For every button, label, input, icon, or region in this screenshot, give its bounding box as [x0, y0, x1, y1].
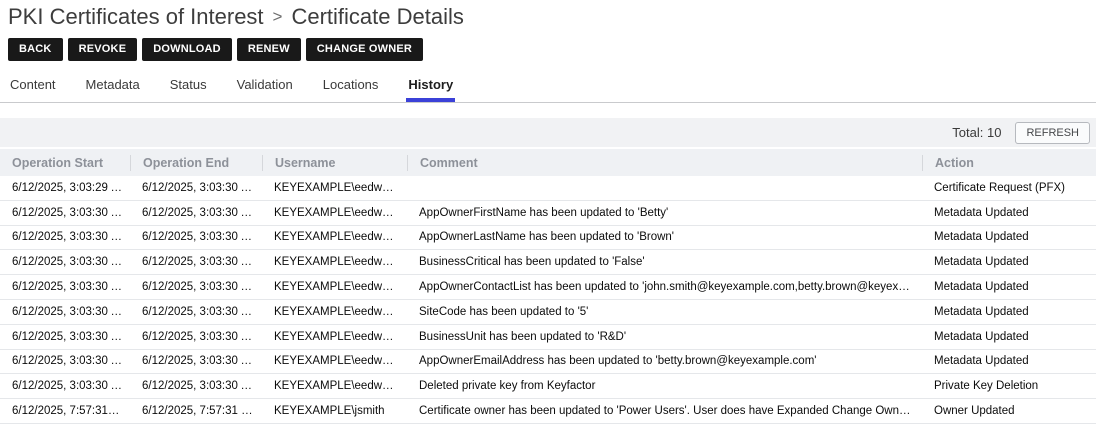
- cell-operation-start: 6/12/2025, 3:03:30 AM: [0, 207, 130, 219]
- table-row: 6/12/2025, 3:03:30 AM 6/12/2025, 3:03:30…: [0, 250, 1096, 275]
- renew-button[interactable]: RENEW: [237, 38, 301, 61]
- tab-validation[interactable]: Validation: [235, 74, 295, 102]
- table-row: 6/12/2025, 3:03:30 AM 6/12/2025, 3:03:30…: [0, 300, 1096, 325]
- back-button[interactable]: BACK: [8, 38, 63, 61]
- tab-status[interactable]: Status: [168, 74, 209, 102]
- cell-action: Metadata Updated: [922, 207, 1096, 219]
- grid-toolbar: Total: 10 REFRESH: [0, 118, 1096, 147]
- tab-bar: Content Metadata Status Validation Locat…: [0, 74, 1096, 103]
- table-row: 6/12/2025, 3:03:30 AM 6/12/2025, 3:03:30…: [0, 325, 1096, 350]
- column-header-operation-start[interactable]: Operation Start: [0, 155, 130, 171]
- cell-operation-end: 6/12/2025, 3:03:30 AM: [130, 306, 262, 318]
- cell-operation-end: 6/12/2025, 3:03:30 AM: [130, 355, 262, 367]
- breadcrumb: PKI Certificates of Interest > Certifica…: [0, 0, 1096, 30]
- cell-comment: AppOwnerLastName has been updated to 'Br…: [407, 231, 922, 243]
- cell-comment: SiteCode has been updated to '5': [407, 306, 922, 318]
- cell-operation-start: 6/12/2025, 3:03:30 AM: [0, 355, 130, 367]
- table-row: 6/12/2025, 7:57:31 PM 6/12/2025, 7:57:31…: [0, 399, 1096, 424]
- chevron-right-icon: >: [273, 7, 283, 27]
- change-owner-button[interactable]: CHANGE OWNER: [306, 38, 423, 61]
- cell-action: Metadata Updated: [922, 331, 1096, 343]
- breadcrumb-parent: PKI Certificates of Interest: [8, 4, 264, 30]
- grid-header-row: Operation Start Operation End Username C…: [0, 149, 1096, 176]
- cell-action: Metadata Updated: [922, 281, 1096, 293]
- table-row: 6/12/2025, 3:03:30 AM 6/12/2025, 3:03:30…: [0, 374, 1096, 399]
- cell-operation-end: 6/12/2025, 3:03:30 AM: [130, 281, 262, 293]
- cell-operation-start: 6/12/2025, 7:57:31 PM: [0, 405, 130, 417]
- total-count-label: Total: 10: [952, 125, 1001, 140]
- cell-comment: Certificate owner has been updated to 'P…: [407, 405, 922, 417]
- cell-operation-end: 6/12/2025, 3:03:30 AM: [130, 207, 262, 219]
- cell-action: Metadata Updated: [922, 306, 1096, 318]
- download-button[interactable]: DOWNLOAD: [142, 38, 232, 61]
- cell-comment: AppOwnerEmailAddress has been updated to…: [407, 355, 922, 367]
- cell-operation-end: 6/12/2025, 3:03:30 AM: [130, 380, 262, 392]
- cell-username: KEYEXAMPLE\eedwards: [262, 306, 407, 318]
- revoke-button[interactable]: REVOKE: [68, 38, 138, 61]
- table-row: 6/12/2025, 3:03:30 AM 6/12/2025, 3:03:30…: [0, 226, 1096, 251]
- table-row: 6/12/2025, 3:03:30 AM 6/12/2025, 3:03:30…: [0, 350, 1096, 375]
- column-header-operation-end[interactable]: Operation End: [130, 155, 262, 171]
- grid-body: 6/12/2025, 3:03:29 AM 6/12/2025, 3:03:30…: [0, 176, 1096, 424]
- cell-comment: BusinessUnit has been updated to 'R&D': [407, 331, 922, 343]
- cell-operation-end: 6/12/2025, 3:03:30 AM: [130, 331, 262, 343]
- cell-username: KEYEXAMPLE\eedwards: [262, 355, 407, 367]
- cell-operation-start: 6/12/2025, 3:03:30 AM: [0, 231, 130, 243]
- table-row: 6/12/2025, 3:03:30 AM 6/12/2025, 3:03:30…: [0, 201, 1096, 226]
- cell-comment: Deleted private key from Keyfactor: [407, 380, 922, 392]
- cell-username: KEYEXAMPLE\eedwards: [262, 207, 407, 219]
- cell-comment: BusinessCritical has been updated to 'Fa…: [407, 256, 922, 268]
- cell-operation-end: 6/12/2025, 3:03:30 AM: [130, 231, 262, 243]
- cell-username: KEYEXAMPLE\jsmith: [262, 405, 407, 417]
- action-button-row: BACK REVOKE DOWNLOAD RENEW CHANGE OWNER: [8, 38, 1096, 61]
- cell-username: KEYEXAMPLE\eedwards: [262, 182, 407, 194]
- cell-comment: AppOwnerFirstName has been updated to 'B…: [407, 207, 922, 219]
- tab-history[interactable]: History: [406, 74, 455, 102]
- column-header-action[interactable]: Action: [922, 155, 1096, 171]
- cell-action: Metadata Updated: [922, 355, 1096, 367]
- cell-operation-start: 6/12/2025, 3:03:30 AM: [0, 256, 130, 268]
- cell-username: KEYEXAMPLE\eedwards: [262, 331, 407, 343]
- cell-operation-end: 6/12/2025, 7:57:31 PM: [130, 405, 262, 417]
- cell-action: Metadata Updated: [922, 256, 1096, 268]
- cell-operation-start: 6/12/2025, 3:03:30 AM: [0, 380, 130, 392]
- tab-metadata[interactable]: Metadata: [84, 74, 142, 102]
- cell-operation-start: 6/12/2025, 3:03:30 AM: [0, 281, 130, 293]
- column-header-username[interactable]: Username: [262, 155, 407, 171]
- cell-action: Metadata Updated: [922, 231, 1096, 243]
- column-header-comment[interactable]: Comment: [407, 155, 922, 171]
- cell-username: KEYEXAMPLE\eedwards: [262, 281, 407, 293]
- cell-action: Owner Updated: [922, 405, 1096, 417]
- cell-username: KEYEXAMPLE\eedwards: [262, 256, 407, 268]
- table-row: 6/12/2025, 3:03:29 AM 6/12/2025, 3:03:30…: [0, 176, 1096, 201]
- refresh-button[interactable]: REFRESH: [1015, 122, 1090, 144]
- cell-action: Certificate Request (PFX): [922, 182, 1096, 194]
- page-title: Certificate Details: [291, 4, 463, 30]
- tab-content[interactable]: Content: [8, 74, 58, 102]
- cell-action: Private Key Deletion: [922, 380, 1096, 392]
- cell-username: KEYEXAMPLE\eedwards: [262, 231, 407, 243]
- cell-operation-end: 6/12/2025, 3:03:30 AM: [130, 182, 262, 194]
- cell-operation-start: 6/12/2025, 3:03:30 AM: [0, 331, 130, 343]
- cell-operation-start: 6/12/2025, 3:03:30 AM: [0, 306, 130, 318]
- table-row: 6/12/2025, 3:03:30 AM 6/12/2025, 3:03:30…: [0, 275, 1096, 300]
- cell-comment: AppOwnerContactList has been updated to …: [407, 281, 922, 293]
- cell-operation-start: 6/12/2025, 3:03:29 AM: [0, 182, 130, 194]
- cell-operation-end: 6/12/2025, 3:03:30 AM: [130, 256, 262, 268]
- tab-locations[interactable]: Locations: [321, 74, 381, 102]
- cell-username: KEYEXAMPLE\eedwards: [262, 380, 407, 392]
